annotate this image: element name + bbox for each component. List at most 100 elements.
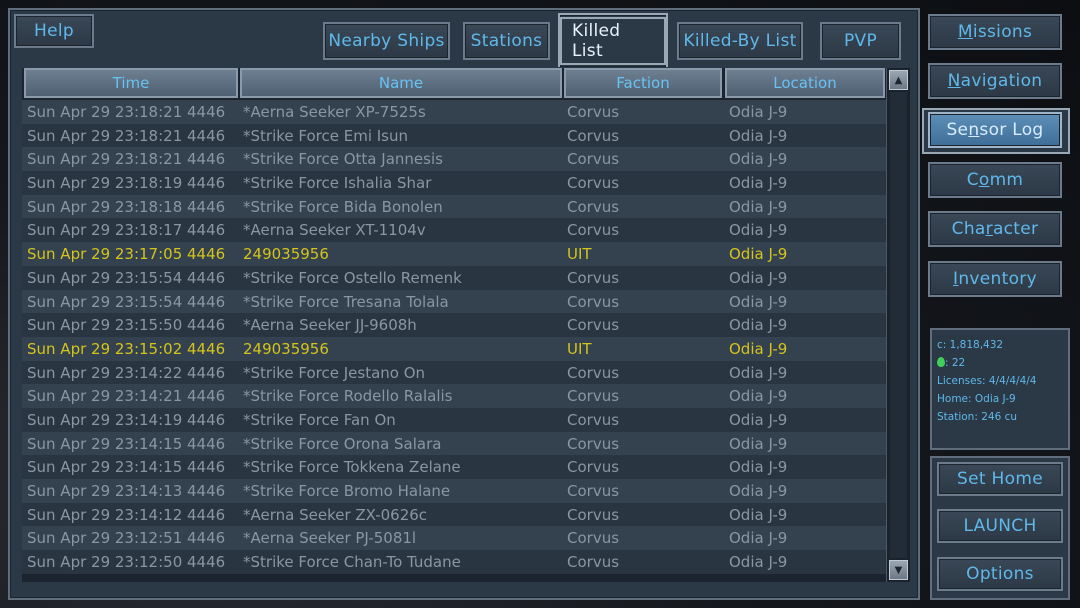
cell-time: Sun Apr 29 23:18:21 4446 [27,103,226,121]
cell-location: Odia J-9 [729,505,788,524]
column-header-name[interactable]: Name [240,68,562,98]
table-row[interactable]: Sun Apr 29 23:18:19 4446 *Strike Force Is… [22,171,886,195]
cell-time: Sun Apr 29 23:14:21 4446 [27,387,226,406]
tab-killed-by-list-label: Killed-By List [683,31,797,51]
cell-name: *Strike Force Tresana Tolala [243,292,449,311]
navigation-button[interactable]: Navigation [928,63,1062,99]
column-header-time-label: Time [112,74,150,92]
table-row[interactable]: Sun Apr 29 23:12:50 4446 *Strike Force Ch… [22,550,886,574]
inventory-button[interactable]: Inventory [928,261,1062,297]
column-header-faction[interactable]: Faction [564,68,722,98]
comm-button[interactable]: Comm [928,162,1062,198]
cell-faction: Corvus [567,387,620,406]
cell-name: *Strike Force Otta Jannesis [243,150,443,169]
cell-time: Sun Apr 29 23:12:50 4446 [27,553,226,572]
column-header-name-label: Name [378,74,424,92]
table-row[interactable]: Sun Apr 29 23:18:21 4446 *Aerna Seeker XP… [22,100,886,124]
help-button[interactable]: Help [14,14,94,48]
cell-name: *Aerna Seeker XT-1104v [243,221,426,240]
cell-location: Odia J-9 [729,150,788,169]
tab-killed-by-list[interactable]: Killed-By List [677,22,803,60]
cell-faction: Corvus [567,553,620,572]
cell-location: Odia J-9 [729,339,788,358]
table-row[interactable]: Sun Apr 29 23:15:54 4446 *Strike Force Os… [22,265,886,290]
cell-name: *Aerna Seeker XP-7525s [243,103,426,121]
cell-name: *Strike Force Rodello Ralalis [243,387,453,406]
set-home-button[interactable]: Set Home [937,462,1063,496]
cell-faction: Corvus [567,103,620,121]
cell-name: *Strike Force Fan On [243,410,396,429]
cell-faction: UIT [567,339,592,358]
navigation-button-label: Navigation [947,71,1043,91]
tab-nearby-ships[interactable]: Nearby Ships [323,22,450,60]
cell-faction: Corvus [567,221,620,240]
scroll-down-button[interactable]: ▼ [889,560,908,580]
inventory-button-label: Inventory [953,269,1037,289]
table-row[interactable]: Sun Apr 29 23:15:50 4446 *Aerna Seeker JJ… [22,313,886,337]
table-row[interactable]: Sun Apr 29 23:14:12 4446 *Aerna Seeker ZX… [22,502,886,527]
table-row[interactable]: Sun Apr 29 23:14:13 4446 *Strike Force Br… [22,479,886,503]
table-row[interactable]: Sun Apr 29 23:17:05 4446 249035956 UIT Odia… [22,242,886,266]
table-row[interactable]: Sun Apr 29 23:18:17 4446 *Aerna Seeker XT… [22,218,886,243]
cell-location: Odia J-9 [729,434,788,453]
tab-stations[interactable]: Stations [463,22,550,60]
tab-killed-list-label: Killed List [560,17,666,65]
sensor-log-button[interactable]: Sensor Log [928,112,1062,148]
table-row[interactable]: Sun Apr 29 23:15:02 4446 249035956 UIT Odia… [22,336,886,361]
cell-location: Odia J-9 [729,174,788,193]
cell-faction: Corvus [567,197,620,216]
scrollbar[interactable]: ▲ ▼ [886,68,910,582]
cell-location: Odia J-9 [729,245,788,264]
cell-name: *Strike Force Tokkena Zelane [243,458,461,477]
table-row[interactable]: Sun Apr 29 23:14:21 4446 *Strike Force Ro… [22,384,886,408]
killed-list-table: Time Name Faction Location Sun Apr 29 23… [22,68,886,582]
cell-name: *Strike Force Ishalia Shar [243,174,432,193]
gems-value: : 22 [945,357,966,369]
scrollbar-track[interactable] [890,92,907,558]
cell-time: Sun Apr 29 23:12:51 4446 [27,529,226,548]
station-value: Station: 246 cu [937,411,1018,423]
table-rows: Sun Apr 29 23:18:21 4446 *Aerna Seeker XP… [22,100,886,574]
cell-name: *Strike Force Chan-To Tudane [243,553,461,572]
table-row[interactable]: Sun Apr 29 23:18:21 4446 *Strike Force Em… [22,123,886,148]
launch-button[interactable]: LAUNCH [937,509,1063,543]
tab-stations-label: Stations [470,31,543,51]
table-row[interactable]: Sun Apr 29 23:15:54 4446 *Strike Force Tr… [22,289,886,314]
table-row[interactable]: Sun Apr 29 23:14:19 4446 *Strike Force Fa… [22,407,886,432]
cell-time: Sun Apr 29 23:14:15 4446 [27,458,226,477]
cell-location: Odia J-9 [729,363,788,382]
cell-time: Sun Apr 29 23:18:21 4446 [27,150,226,169]
cell-location: Odia J-9 [729,197,788,216]
cell-location: Odia J-9 [729,126,788,145]
cell-time: Sun Apr 29 23:18:18 4446 [27,197,226,216]
cell-faction: UIT [567,245,592,264]
comm-button-label: Comm [966,170,1024,190]
column-header-location[interactable]: Location [725,68,885,98]
character-button[interactable]: Character [928,211,1062,247]
cell-faction: Corvus [567,292,620,311]
tab-killed-list[interactable]: Killed List [558,13,668,67]
cell-time: Sun Apr 29 23:14:19 4446 [27,410,226,429]
gems-row: : 22 [937,354,1063,372]
tab-pvp[interactable]: PVP [820,22,901,60]
cell-name: *Strike Force Bida Bonolen [243,197,443,216]
cell-faction: Corvus [567,458,620,477]
scroll-down-icon: ▼ [894,564,903,576]
column-header-time[interactable]: Time [24,68,238,98]
scroll-up-button[interactable]: ▲ [889,70,908,90]
table-row[interactable]: Sun Apr 29 23:14:15 4446 *Strike Force Or… [22,431,886,456]
cell-faction: Corvus [567,174,620,193]
table-row[interactable]: Sun Apr 29 23:18:18 4446 *Strike Force Bi… [22,194,886,219]
cell-name: *Strike Force Emi Isun [243,126,409,145]
cell-time: Sun Apr 29 23:14:13 4446 [27,482,226,500]
table-row[interactable]: Sun Apr 29 23:14:15 4446 *Strike Force To… [22,455,886,479]
options-button[interactable]: Options [937,557,1063,591]
cell-name: *Strike Force Orona Salara [243,434,442,453]
licenses-value: Licenses: 4/4/4/4/4 [937,375,1037,387]
missions-button[interactable]: Missions [928,14,1062,50]
table-row[interactable]: Sun Apr 29 23:18:21 4446 *Strike Force Ot… [22,147,886,172]
player-stats-panel: c: 1,818,432 : 22 Licenses: 4/4/4/4/4 Ho… [930,328,1070,450]
table-row[interactable]: Sun Apr 29 23:14:22 4446 *Strike Force Je… [22,360,886,385]
set-home-button-label: Set Home [957,469,1043,489]
table-row[interactable]: Sun Apr 29 23:12:51 4446 *Aerna Seeker PJ… [22,526,886,551]
